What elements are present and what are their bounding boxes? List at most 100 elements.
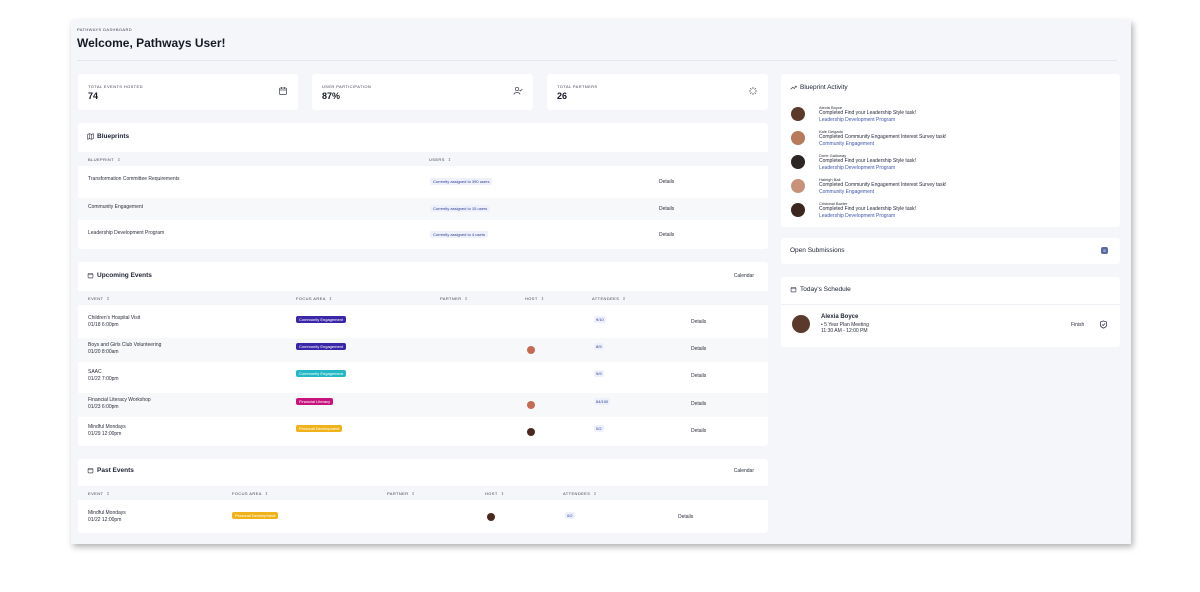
col-users[interactable]: USERS ⇕ bbox=[429, 157, 452, 162]
breadcrumb: PATHWAYS DASHBOARD bbox=[77, 27, 133, 32]
avatar bbox=[791, 131, 805, 145]
event-name: SAAC bbox=[88, 369, 102, 375]
attendees-count: 8/9 bbox=[594, 343, 604, 350]
host-avatar bbox=[527, 346, 535, 354]
calendar-link[interactable]: Calendar bbox=[734, 468, 754, 474]
activity-text: Completed Find your Leadership Style tas… bbox=[819, 206, 916, 212]
attendees-count: 0/2 bbox=[565, 512, 575, 519]
calendar-link[interactable]: Calendar bbox=[734, 273, 754, 279]
stat-card-participation: USER PARTICIPATION 87% bbox=[312, 74, 533, 110]
calendar-icon bbox=[87, 273, 94, 279]
activity-program-link[interactable]: Leadership Development Program bbox=[819, 165, 895, 171]
past-events-title: Past Events bbox=[87, 467, 134, 474]
table-header: BLUEPRINT ⇕ USERS ⇕ bbox=[78, 152, 768, 166]
schedule-time: 11:30 AM - 12:00 PM bbox=[821, 328, 868, 334]
table-row: Community Engagement Currently assigned … bbox=[78, 198, 768, 220]
avatar bbox=[792, 315, 810, 333]
blueprints-title-label: Blueprints bbox=[97, 133, 130, 140]
loader-icon bbox=[749, 87, 757, 95]
schedule-person: Alexia Boyce bbox=[821, 314, 859, 320]
table-row: Children's Hospital Visit 01/18 6:00pm Com… bbox=[78, 311, 768, 335]
open-submissions-card[interactable]: Open Submissions 5 bbox=[781, 238, 1120, 264]
avatar bbox=[791, 203, 805, 217]
focus-area-tag: Financial Literacy bbox=[296, 398, 334, 405]
blueprint-activity-card: Blueprint Activity Alexia Boyce Completed… bbox=[781, 74, 1120, 227]
stat-label: USER PARTICIPATION bbox=[322, 84, 372, 89]
table-row: SAAC 01/22 7:00pm Community Engagement 5/9 D… bbox=[78, 365, 768, 389]
col-attendees[interactable]: ATTENDEES ⇕ bbox=[592, 296, 626, 301]
attendees-count: 84/100 bbox=[594, 398, 611, 405]
focus-area-tag: Personal Development bbox=[232, 512, 279, 519]
details-link[interactable]: Details bbox=[659, 232, 674, 238]
page-title: Welcome, Pathways User! bbox=[77, 36, 226, 50]
col-event[interactable]: EVENT ⇕ bbox=[88, 491, 110, 496]
blueprint-name: Community Engagement bbox=[88, 204, 144, 210]
details-link[interactable]: Details bbox=[691, 319, 706, 325]
activity-text: Completed Find your Leadership Style tas… bbox=[819, 158, 916, 164]
event-date: 01/22 12:00pm bbox=[88, 517, 122, 523]
event-name: Boys and Girls Club Volunteering bbox=[88, 342, 162, 348]
open-submissions-title: Open Submissions bbox=[790, 247, 845, 254]
col-focus-area[interactable]: FOCUS AREA ⇕ bbox=[296, 296, 333, 301]
col-focus-area[interactable]: FOCUS AREA ⇕ bbox=[232, 491, 269, 496]
col-host[interactable]: HOST ⇕ bbox=[525, 296, 544, 301]
details-link[interactable]: Details bbox=[691, 373, 706, 379]
details-link[interactable]: Details bbox=[678, 514, 693, 520]
event-date: 01/23 6:00pm bbox=[88, 404, 119, 410]
activity-text: Completed Community Engagement Interest … bbox=[819, 182, 947, 188]
col-event[interactable]: EVENT ⇕ bbox=[88, 296, 110, 301]
avatar bbox=[791, 179, 805, 193]
col-blueprint[interactable]: BLUEPRINT ⇕ bbox=[88, 157, 121, 162]
activity-program-link[interactable]: Leadership Development Program bbox=[819, 117, 895, 123]
blueprint-name: Transformation Committee Requirements bbox=[88, 176, 180, 182]
shield-check-icon[interactable] bbox=[1099, 320, 1108, 329]
focus-area-tag: Community Engagement bbox=[296, 316, 347, 323]
activity-text: Completed Find your Leadership Style tas… bbox=[819, 110, 916, 116]
event-name: Financial Literacy Workshop bbox=[88, 397, 151, 403]
attendees-count: 9/10 bbox=[594, 316, 606, 323]
submissions-count-badge: 5 bbox=[1101, 247, 1108, 254]
details-link[interactable]: Details bbox=[691, 428, 706, 434]
details-link[interactable]: Details bbox=[691, 401, 706, 407]
col-host[interactable]: HOST ⇕ bbox=[485, 491, 504, 496]
stat-card-events: TOTAL EVENTS HOSTED 74 bbox=[78, 74, 298, 110]
avatar bbox=[791, 107, 805, 121]
activity-program-link[interactable]: Leadership Development Program bbox=[819, 213, 895, 219]
stat-value: 26 bbox=[557, 91, 568, 101]
col-attendees[interactable]: ATTENDEES ⇕ bbox=[563, 491, 597, 496]
stat-card-partners: TOTAL PARTNERS 26 bbox=[547, 74, 768, 110]
users-assigned: Currently assigned to 15 users bbox=[430, 205, 491, 212]
event-name: Mindful Mondays bbox=[88, 510, 126, 516]
table-header: EVENT ⇕ FOCUS AREA ⇕ PARTNER ⇕ HOST ⇕ ATTEND… bbox=[78, 291, 768, 305]
details-link[interactable]: Details bbox=[691, 346, 706, 352]
dashboard-frame: PATHWAYS DASHBOARD Welcome, Pathways Use… bbox=[71, 20, 1131, 544]
calendar-icon bbox=[87, 468, 94, 474]
stat-label: TOTAL PARTNERS bbox=[557, 84, 598, 89]
map-icon bbox=[87, 133, 94, 140]
schedule-divider bbox=[781, 304, 1120, 305]
col-partner[interactable]: PARTNER ⇕ bbox=[387, 491, 415, 496]
upcoming-events-title: Upcoming Events bbox=[87, 272, 152, 279]
todays-schedule-card: Today's Schedule Alexia Boyce • 5 Year P… bbox=[781, 277, 1120, 347]
table-row: Boys and Girls Club Volunteering 01/20 8:… bbox=[78, 338, 768, 362]
blueprints-card: Blueprints BLUEPRINT ⇕ USERS ⇕ Transformat… bbox=[78, 123, 768, 249]
focus-area-tag: Personal Development bbox=[296, 425, 343, 432]
details-link[interactable]: Details bbox=[659, 179, 674, 185]
event-date: 01/18 6:00pm bbox=[88, 322, 119, 328]
activity-text: Completed Community Engagement Interest … bbox=[819, 134, 947, 140]
table-header: EVENT ⇕ FOCUS AREA ⇕ PARTNER ⇕ HOST ⇕ ATTEND… bbox=[78, 486, 768, 500]
details-link[interactable]: Details bbox=[659, 206, 674, 212]
table-row: Financial Literacy Workshop 01/23 6:00pm F… bbox=[78, 393, 768, 417]
calendar-icon bbox=[279, 87, 287, 95]
past-events-card: Past Events Calendar EVENT ⇕ FOCUS AREA ⇕ … bbox=[78, 459, 768, 533]
past-events-label: Past Events bbox=[97, 467, 134, 474]
divider bbox=[77, 60, 1117, 61]
calendar-icon bbox=[790, 287, 797, 293]
finish-button[interactable]: Finish bbox=[1071, 322, 1084, 328]
col-partner[interactable]: PARTNER ⇕ bbox=[440, 296, 468, 301]
users-assigned: Currently assigned to 390 users bbox=[430, 178, 493, 185]
attendees-count: 5/9 bbox=[594, 370, 604, 377]
activity-program-link[interactable]: Community Engagement bbox=[819, 141, 874, 147]
table-row: Transformation Committee Requirements Cu… bbox=[78, 172, 768, 194]
activity-program-link[interactable]: Community Engagement bbox=[819, 189, 874, 195]
